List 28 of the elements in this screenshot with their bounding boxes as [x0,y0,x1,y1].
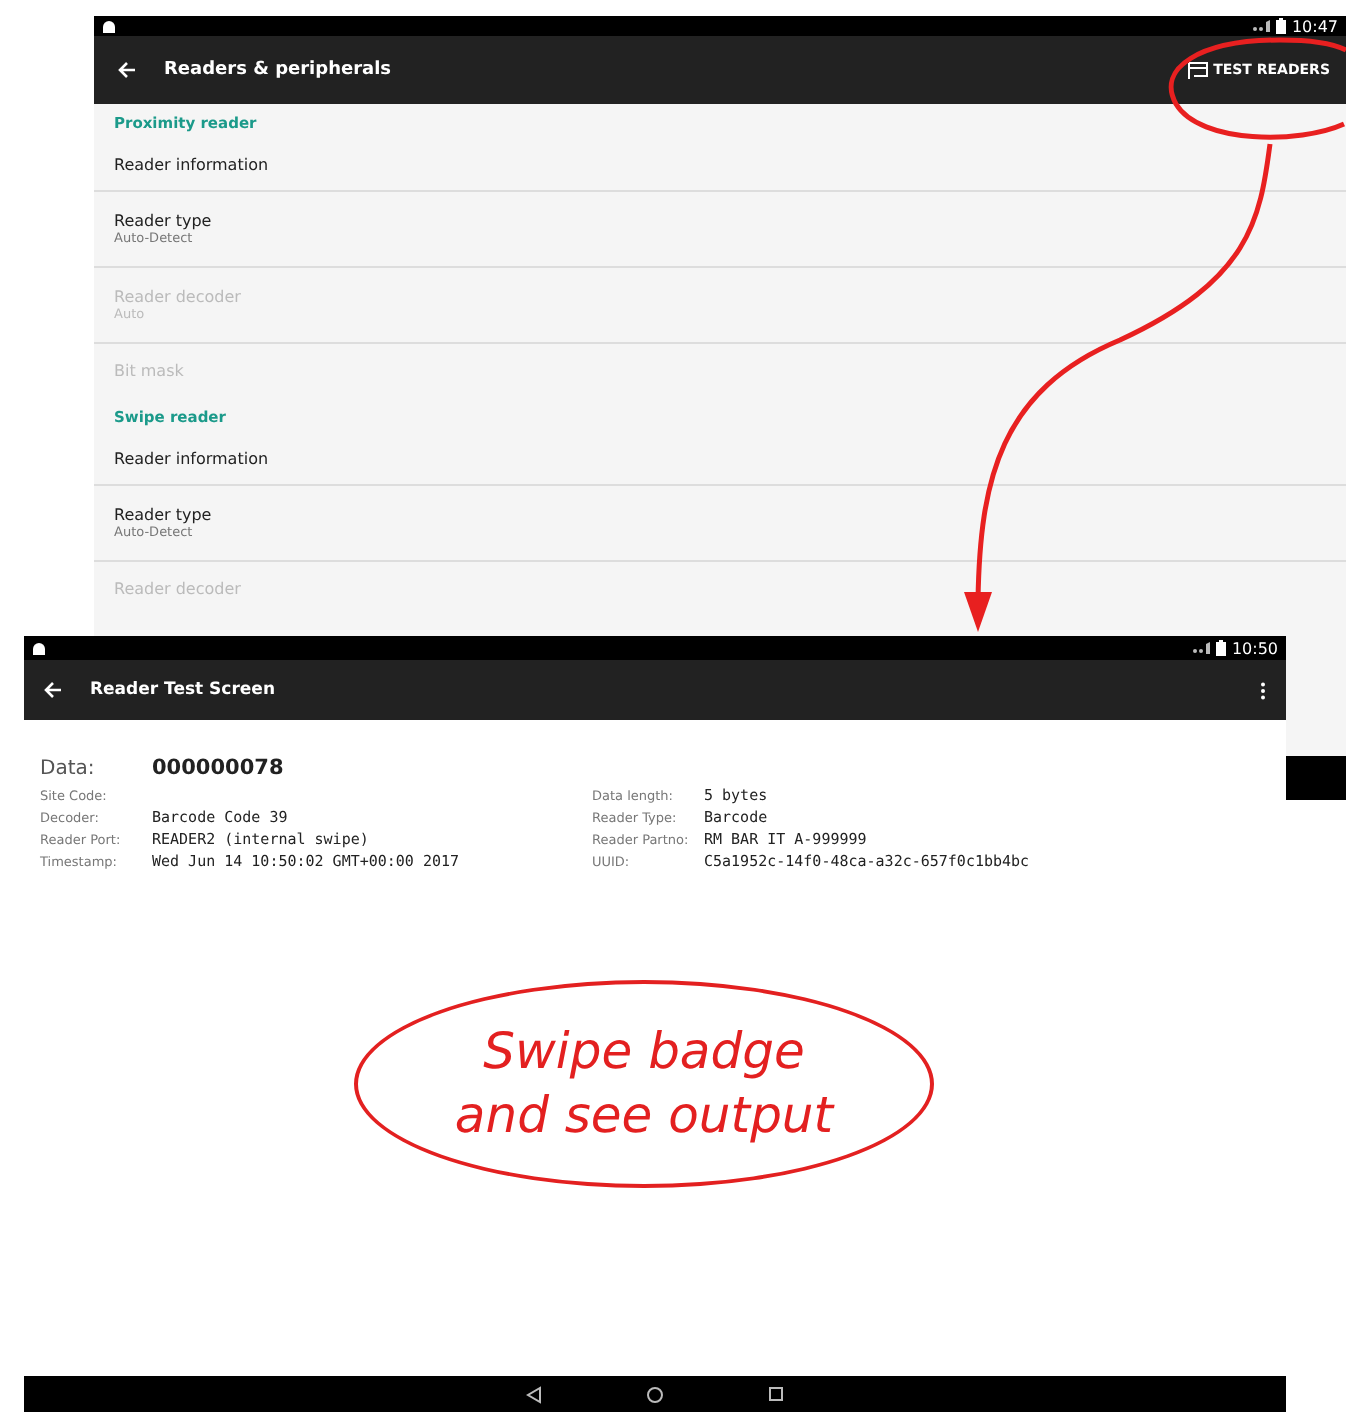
data-label: Data: [40,758,97,780]
status-time: 10:47 [1291,17,1338,35]
battery-icon [1275,18,1286,34]
callout-text: Swipe badge [483,1019,805,1083]
more-options-icon[interactable] [1260,681,1266,699]
android-icon [102,19,116,33]
recents-icon[interactable] [768,1386,784,1402]
back-arrow-icon[interactable] [44,682,62,698]
battery-icon [1215,640,1226,656]
item-label[interactable]: Reader type [114,212,1326,230]
item-label[interactable]: Reader information [114,449,1326,467]
signal-icon [1251,20,1270,32]
item-label[interactable]: Reader type [114,506,1326,524]
signal-icon [1191,642,1210,654]
home-icon[interactable] [646,1385,664,1403]
data-value: 000000078 [152,756,284,780]
toolbar-title: Readers & peripherals [164,60,394,80]
item-label: Bit mask [114,361,186,379]
status-time: 10:50 [1231,639,1278,657]
callout-text: and see output [454,1084,834,1148]
android-icon [32,641,46,655]
item-label: Reader decoder [114,579,243,597]
back-icon[interactable] [526,1385,542,1403]
back-arrow-icon[interactable] [118,62,136,78]
toolbar-title: Reader Test Screen [90,680,277,700]
item-label[interactable]: Reader information [114,155,1326,173]
screen-icon [1187,61,1208,79]
item-label: Reader decoder [114,288,243,306]
